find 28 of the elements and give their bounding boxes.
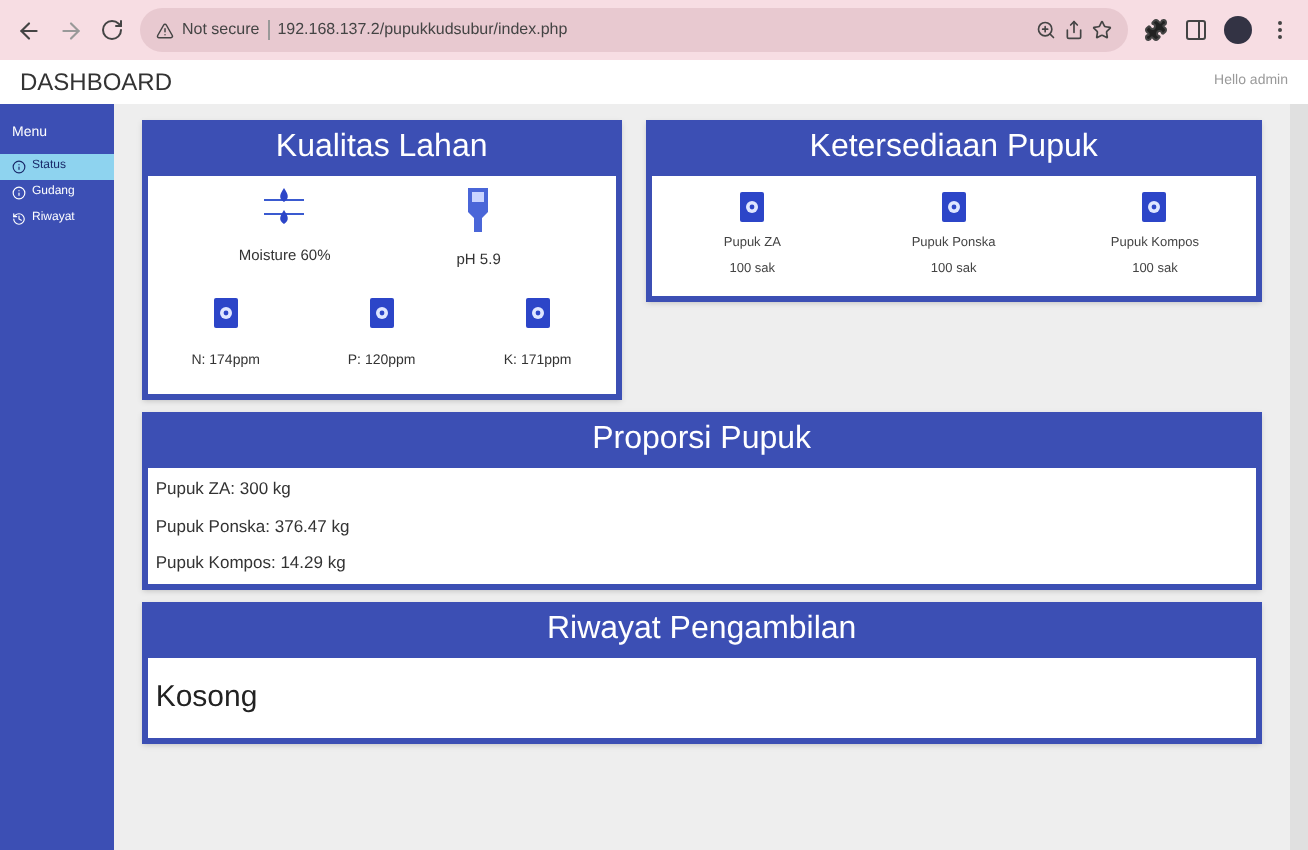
- history-icon: [12, 211, 26, 225]
- reload-icon[interactable]: [100, 18, 124, 42]
- sack-icon: [369, 298, 394, 329]
- sack-icon: [941, 192, 966, 222]
- warning-icon: [156, 21, 174, 39]
- address-bar[interactable]: Not secure 192.168.137.2/pupukkudsubur/index.php: [140, 8, 1128, 52]
- back-icon[interactable]: [16, 17, 42, 43]
- page-title: DASHBOARD: [20, 66, 173, 100]
- star-icon[interactable]: [1092, 20, 1112, 40]
- profile-avatar[interactable]: [1224, 16, 1252, 44]
- water-drops-icon: [262, 188, 307, 228]
- zoom-icon[interactable]: [1036, 20, 1056, 40]
- proportion-line: Pupuk Kompos: 14.29 kg: [155, 550, 348, 576]
- empty-message: Kosong: [155, 680, 258, 714]
- extensions-icon[interactable]: [1144, 18, 1168, 42]
- url-text: 192.168.137.2/pupukkudsubur/index.php: [277, 18, 568, 42]
- sack-icon: [525, 298, 550, 329]
- share-icon[interactable]: [1064, 20, 1084, 40]
- proportion-line: Pupuk ZA: 300 kg: [155, 475, 293, 501]
- sack-icon: [1142, 192, 1167, 222]
- side-panel-icon[interactable]: [1184, 18, 1208, 42]
- info-icon: [12, 185, 26, 199]
- proportion-line: Pupuk Ponska: 376.47 kg: [155, 513, 352, 539]
- sack-icon: [213, 298, 238, 329]
- sack-icon: [740, 192, 765, 222]
- info-icon: [12, 159, 26, 173]
- ph-meter-icon: [466, 188, 491, 232]
- security-label: Not secure: [182, 18, 260, 42]
